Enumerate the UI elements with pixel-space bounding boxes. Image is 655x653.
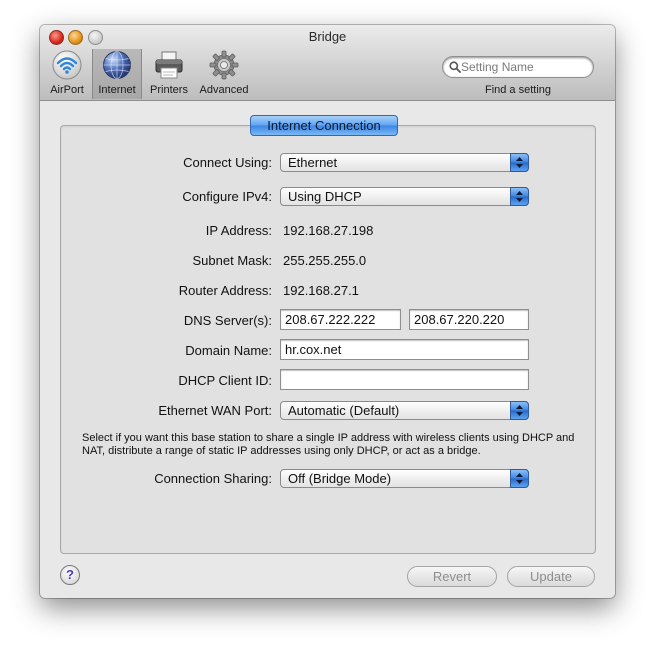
search-input[interactable] [461, 58, 585, 76]
revert-button[interactable]: Revert [407, 566, 497, 587]
find-setting-label: Find a setting [484, 84, 552, 96]
ethernet-wan-port-value: Automatic (Default) [288, 403, 400, 418]
dns-servers-label: DNS Server(s): [183, 313, 272, 328]
gear-icon [209, 50, 239, 80]
dns-secondary-field[interactable] [409, 309, 529, 330]
dhcp-client-id-label: DHCP Client ID: [178, 373, 272, 388]
dns-primary-field[interactable] [280, 309, 401, 330]
toolbar-item-label: Internet [98, 84, 136, 96]
connection-sharing-popup[interactable]: Off (Bridge Mode) [280, 469, 529, 488]
printer-icon [155, 51, 183, 79]
domain-name-field[interactable] [280, 339, 529, 360]
toolbar-item-advanced[interactable]: Advanced [196, 49, 252, 99]
toolbar-item-internet[interactable]: Internet [92, 49, 142, 99]
connection-sharing-value: Off (Bridge Mode) [288, 471, 392, 486]
configure-ipv4-label: Configure IPv4: [182, 189, 272, 204]
help-button[interactable]: ? [60, 565, 80, 585]
ip-address-label: IP Address: [205, 223, 272, 238]
ip-address-value: 192.168.27.198 [283, 223, 374, 238]
tab-internet-connection[interactable]: Internet Connection [250, 115, 398, 136]
configure-ipv4-popup[interactable]: Using DHCP [280, 187, 529, 206]
internet-globe-icon [103, 51, 131, 79]
dhcp-client-id-field[interactable] [280, 369, 529, 390]
popup-arrows-icon [510, 469, 529, 488]
router-address-value: 192.168.27.1 [283, 283, 359, 298]
connect-using-value: Ethernet [288, 155, 338, 170]
toolbar-item-label: AirPort [50, 84, 84, 96]
connect-using-label: Connect Using: [183, 155, 272, 170]
update-button[interactable]: Update [507, 566, 595, 587]
subnet-mask-value: 255.255.255.0 [283, 253, 367, 268]
subnet-mask-label: Subnet Mask: [192, 253, 273, 268]
popup-arrows-icon [510, 401, 529, 420]
window-title: Bridge [308, 29, 347, 44]
connect-using-popup[interactable]: Ethernet [280, 153, 529, 172]
airport-wifi-icon [52, 50, 82, 80]
toolbar-item-printers[interactable]: Printers [146, 49, 192, 99]
toolbar-item-label: Advanced [199, 84, 249, 96]
setting-search[interactable] [443, 57, 593, 77]
router-address-label: Router Address: [178, 283, 272, 298]
preferences-window: Bridge AirPort Internet Printers Advance… [40, 25, 615, 598]
toolbar: Bridge AirPort Internet Printers Advance… [40, 25, 615, 101]
configure-ipv4-value: Using DHCP [288, 189, 362, 204]
ethernet-wan-port-popup[interactable]: Automatic (Default) [280, 401, 529, 420]
popup-arrows-icon [510, 153, 529, 172]
search-icon [449, 61, 461, 73]
toolbar-item-airport[interactable]: AirPort [46, 49, 88, 99]
toolbar-item-label: Printers [150, 84, 188, 96]
connection-sharing-label: Connection Sharing: [154, 471, 272, 486]
connection-sharing-note: Select if you want this base station to … [82, 432, 575, 457]
ethernet-wan-port-label: Ethernet WAN Port: [158, 403, 272, 418]
domain-name-label: Domain Name: [185, 343, 272, 358]
popup-arrows-icon [510, 187, 529, 206]
